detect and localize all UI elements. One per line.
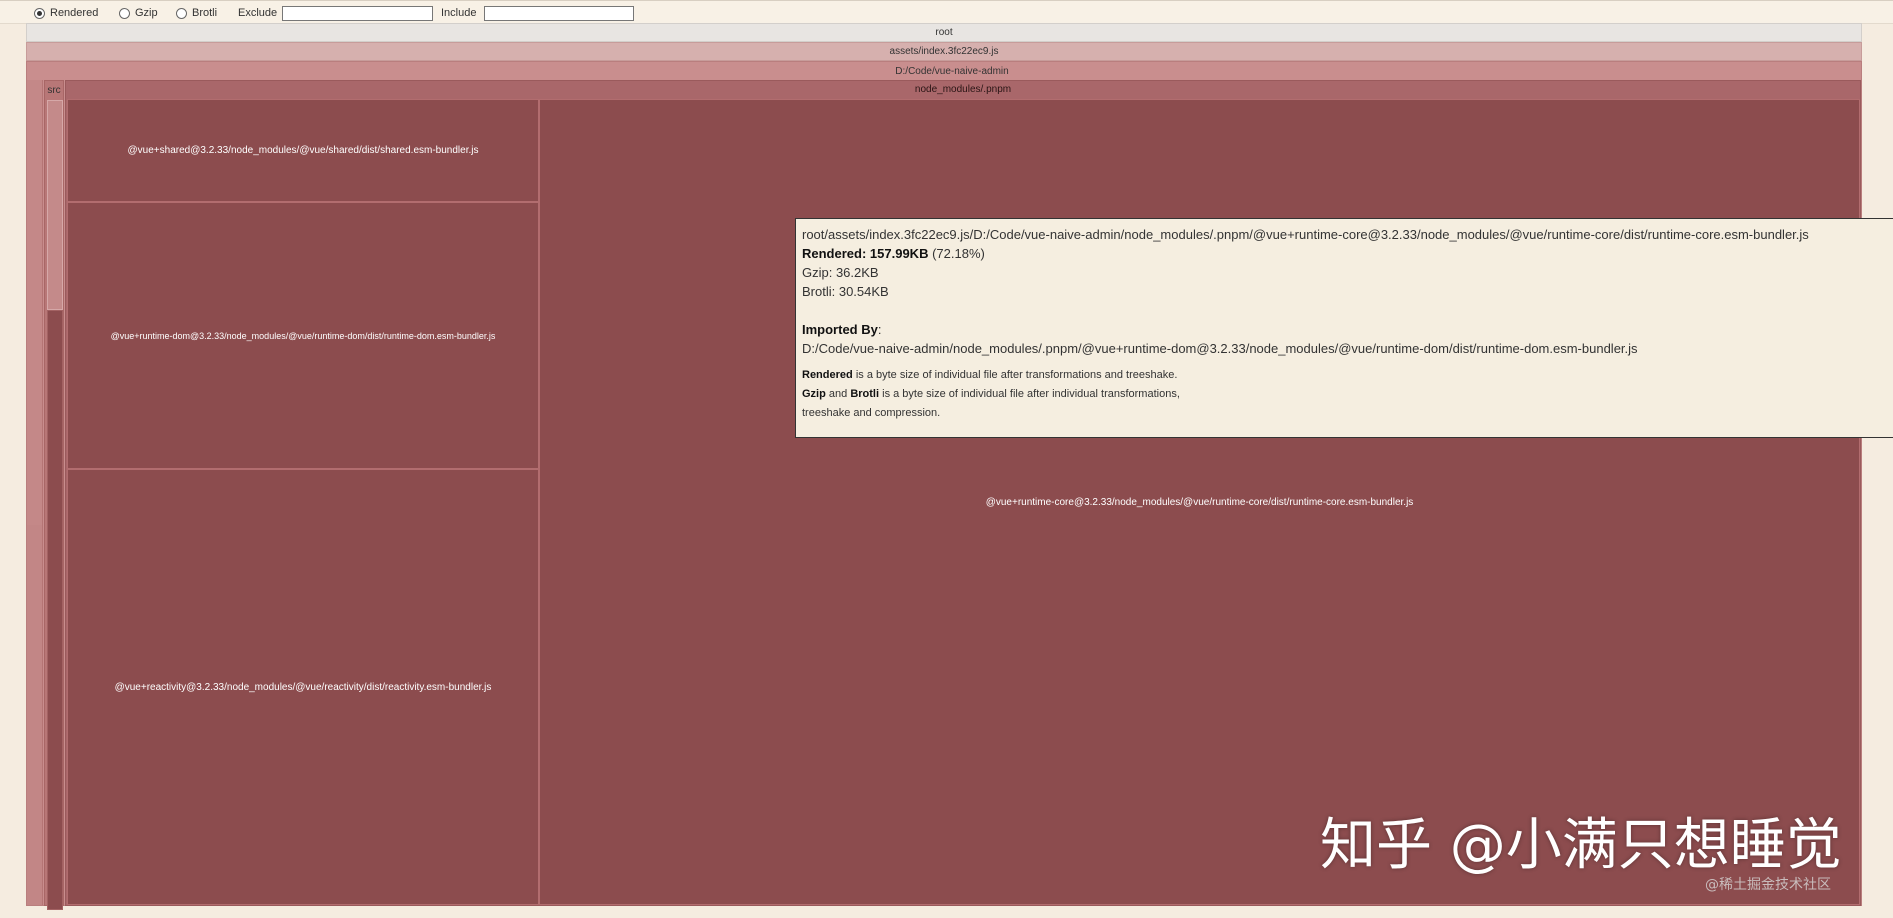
tooltip-imported-by: Imported By: — [802, 322, 882, 337]
tooltip-imported-by-label: Imported By — [802, 322, 878, 337]
radio-brotli-indicator[interactable] — [176, 7, 187, 19]
treemap-leaf-runtime-dom[interactable]: @vue+runtime-dom@3.2.33/node_modules/@vu… — [67, 202, 539, 469]
tooltip: root/assets/index.3fc22ec9.js/D:/Code/vu… — [795, 218, 1893, 438]
radio-gzip-label: Gzip — [135, 7, 158, 19]
treemap-project-header: D:/Code/vue-naive-admin — [44, 62, 1860, 80]
tooltip-brotli: Brotli: 30.54KB — [802, 284, 889, 299]
tooltip-note-compressed-2: treeshake and compression. — [802, 407, 941, 419]
treemap-root[interactable]: root — [26, 23, 1862, 42]
tooltip-note-rendered-term: Rendered — [802, 369, 853, 381]
tooltip-rendered-label: Rendered: — [802, 246, 867, 261]
treemap-leaf-shared[interactable]: @vue+shared@3.2.33/node_modules/@vue/sha… — [67, 99, 539, 202]
treemap-small-module[interactable] — [27, 525, 43, 905]
tooltip-note-and: and — [828, 388, 848, 400]
treemap-src-label: src — [47, 84, 61, 96]
treemap-leaf-runtime-dom-label: @vue+runtime-dom@3.2.33/node_modules/@vu… — [110, 330, 496, 341]
tooltip-note-compressed: Gzip and Brotli is a byte size of indivi… — [802, 385, 1893, 404]
treemap-src-header: src — [44, 81, 64, 99]
tooltip-imported-by-value: D:/Code/vue-naive-admin/node_modules/.pn… — [802, 341, 1638, 356]
treemap-node-modules-header: node_modules/.pnpm — [65, 81, 1861, 98]
treemap-leaf-reactivity-label: @vue+reactivity@3.2.33/node_modules/@vue… — [114, 681, 492, 693]
exclude-input[interactable] — [282, 6, 433, 21]
watermark-zhihu: 知乎 @小满只想睡觉 — [1320, 813, 1842, 878]
tooltip-note-compressed-text: is a byte size of individual file after … — [882, 388, 1180, 400]
radio-rendered-label: Rendered — [50, 7, 99, 19]
treemap-project-label: D:/Code/vue-naive-admin — [895, 65, 1009, 77]
tooltip-gzip: Gzip: 36.2KB — [802, 265, 879, 280]
treemap-node-modules-label: node_modules/.pnpm — [914, 84, 1012, 95]
include-input[interactable] — [484, 6, 634, 21]
tooltip-rendered-value: 157.99KB — [869, 246, 929, 261]
tooltip-rendered-percent: (72.18%) — [932, 246, 985, 261]
treemap-asset-label: assets/index.3fc22ec9.js — [889, 46, 999, 57]
tooltip-note-gzip-term: Gzip — [802, 388, 826, 400]
exclude-label: Exclude — [238, 7, 278, 19]
treemap-leaf-reactivity[interactable]: @vue+reactivity@3.2.33/node_modules/@vue… — [67, 469, 539, 905]
tooltip-note-rendered-text: is a byte size of individual file after … — [855, 369, 1178, 381]
tooltip-note-rendered: Rendered is a byte size of individual fi… — [802, 366, 1893, 385]
radio-brotli-label: Brotli — [192, 7, 218, 19]
treemap-src-file[interactable] — [47, 310, 63, 910]
treemap-leaf-shared-label: @vue+shared@3.2.33/node_modules/@vue/sha… — [127, 145, 479, 156]
watermark-juejin: @稀土掘金技术社区 — [1705, 877, 1831, 893]
radio-rendered-indicator[interactable] — [34, 7, 45, 19]
treemap-small-module[interactable] — [27, 80, 43, 525]
exclude-label-wrap: Exclude — [238, 6, 277, 20]
tooltip-note-brotli-term: Brotli — [850, 388, 880, 400]
include-label: Include — [441, 7, 477, 19]
radio-gzip-indicator[interactable] — [119, 7, 130, 19]
treemap-asset[interactable]: assets/index.3fc22ec9.js — [26, 42, 1862, 61]
treemap-leaf-runtime-core-label: @vue+runtime-core@3.2.33/node_modules/@v… — [985, 496, 1414, 508]
radio-rendered[interactable]: Rendered — [34, 6, 98, 20]
radio-brotli[interactable]: Brotli — [176, 6, 217, 20]
tooltip-path: root/assets/index.3fc22ec9.js/D:/Code/vu… — [802, 227, 1809, 242]
tooltip-rendered: Rendered: 157.99KB (72.18%) — [802, 244, 1893, 263]
controls-bar: Rendered Gzip Brotli Exclude Include — [0, 0, 1893, 24]
radio-gzip[interactable]: Gzip — [119, 6, 158, 20]
treemap-src-file[interactable] — [47, 100, 63, 310]
include-label-wrap: Include — [441, 6, 476, 20]
treemap-root-label: root — [935, 27, 953, 38]
